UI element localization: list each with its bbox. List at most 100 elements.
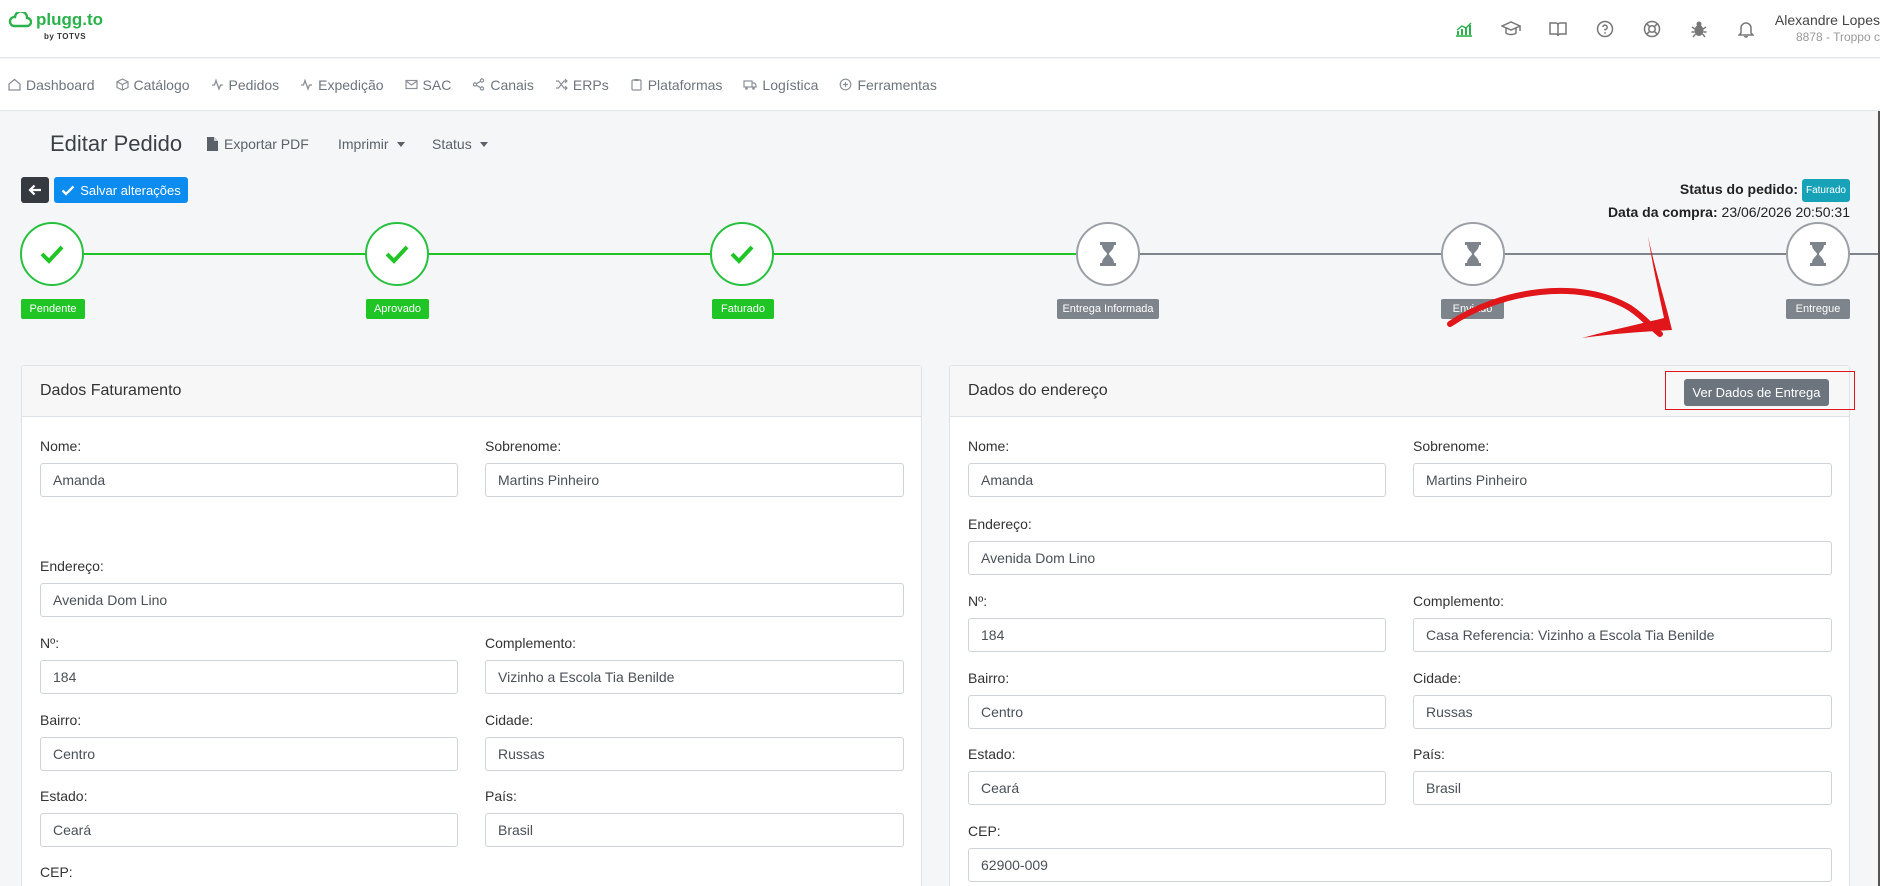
nav-pedidos[interactable]: Pedidos [211, 76, 280, 93]
chart-icon[interactable] [1440, 16, 1487, 42]
step-label-aprovado: Aprovado [366, 299, 429, 319]
address-sobrenome-label: Sobrenome: [1413, 438, 1490, 454]
billing-estado-input[interactable]: Ceará [40, 813, 458, 847]
step-label-faturado: Faturado [712, 299, 774, 319]
address-complemento-label: Complemento: [1413, 593, 1505, 609]
address-pais-input[interactable]: Brasil [1413, 771, 1832, 805]
billing-complemento-label: Complemento: [485, 635, 577, 651]
billing-nome-input[interactable]: Amanda [40, 463, 458, 497]
nav-erps-label: ERPs [572, 76, 609, 93]
graduation-cap-icon[interactable] [1487, 16, 1534, 42]
address-endereco-label: Endereço: [968, 516, 1032, 532]
hourglass-icon [1810, 242, 1826, 266]
nav-dashboard-label: Dashboard [26, 76, 95, 93]
nav-catalogo-label: Catálogo [133, 76, 190, 93]
main-nav: Dashboard Catálogo Pedidos Expedição SAC… [0, 59, 1880, 111]
nav-expedicao-label: Expedição [318, 76, 384, 93]
box-icon [115, 78, 129, 91]
brand-logo[interactable]: plugg.to by TOTVS [8, 10, 103, 41]
billing-bairro-label: Bairro: [40, 712, 82, 728]
nav-plataformas-label: Plataformas [647, 76, 723, 93]
address-estado-input[interactable]: Ceará [968, 771, 1386, 805]
status-dropdown[interactable]: Status [432, 136, 488, 152]
truck-icon [743, 80, 758, 90]
status-label: Status [432, 136, 472, 152]
save-changes-button[interactable]: Salvar alterações [54, 177, 188, 203]
export-pdf-button[interactable]: Exportar PDF [207, 136, 309, 152]
check-icon [385, 245, 409, 264]
nav-expedicao[interactable]: Expedição [300, 76, 384, 93]
hourglass-icon [1100, 242, 1116, 266]
billing-estado-label: Estado: [40, 788, 88, 804]
order-status-label: Status do pedido: [1679, 181, 1799, 197]
address-nome-input[interactable]: Amanda [968, 463, 1386, 497]
billing-sobrenome-input[interactable]: Martins Pinheiro [485, 463, 904, 497]
billing-complemento-input[interactable]: Vizinho a Escola Tia Benilde [485, 660, 904, 694]
annotation-arrow-head [1582, 236, 1672, 338]
check-icon [730, 245, 754, 264]
billing-sobrenome-label: Sobrenome: [485, 438, 562, 454]
check-icon [40, 245, 64, 264]
nav-catalogo[interactable]: Catálogo [115, 76, 190, 93]
support-icon[interactable] [1628, 16, 1675, 42]
share-icon [473, 78, 485, 91]
address-cep-input[interactable]: 62900-009 [968, 848, 1832, 882]
user-menu[interactable]: Alexandre Lopes 8878 - Troppo c [1770, 12, 1880, 44]
nav-ferramentas[interactable]: Ferramentas [839, 76, 937, 93]
nav-sac[interactable]: SAC [404, 76, 452, 93]
billing-pais-label: País: [485, 788, 517, 804]
nav-canais-label: Canais [490, 76, 534, 93]
bell-icon[interactable] [1722, 16, 1769, 42]
print-dropdown[interactable]: Imprimir [338, 136, 405, 152]
address-sobrenome-input[interactable]: Martins Pinheiro [1413, 463, 1832, 497]
billing-cidade-label: Cidade: [485, 712, 534, 728]
hourglass-icon [1465, 242, 1481, 266]
billing-endereco-input[interactable]: Avenida Dom Lino [40, 583, 904, 617]
address-complemento-input[interactable]: Casa Referencia: Vizinho a Escola Tia Be… [1413, 618, 1832, 652]
billing-bairro-input[interactable]: Centro [40, 737, 458, 771]
mail-icon [404, 79, 418, 90]
activity-icon [301, 78, 313, 91]
address-card: Dados do endereço Ver Dados de Entrega N… [949, 365, 1850, 886]
caret-down-icon [479, 141, 488, 147]
step-label-enviado: Enviado [1441, 299, 1504, 319]
nav-dashboard[interactable]: Dashboard [8, 77, 95, 93]
clipboard-icon [631, 79, 642, 91]
nav-canais[interactable]: Canais [472, 77, 534, 93]
book-icon[interactable] [1534, 16, 1581, 42]
nav-logistica-label: Logística [762, 76, 819, 93]
billing-nome-label: Nome: [40, 438, 82, 454]
purchase-date-label: Data da compra: [1607, 204, 1718, 220]
address-endereco-input[interactable]: Avenida Dom Lino [968, 541, 1832, 575]
help-icon[interactable] [1581, 16, 1628, 42]
arrow-left-icon [28, 184, 41, 196]
step-entrega-informada [1076, 222, 1140, 286]
address-cidade-input[interactable]: Russas [1413, 695, 1832, 729]
billing-numero-input[interactable]: 184 [40, 660, 458, 694]
export-pdf-label: Exportar PDF [224, 136, 309, 152]
bug-icon[interactable] [1675, 16, 1722, 42]
address-bairro-input[interactable]: Centro [968, 695, 1386, 729]
address-numero-input[interactable]: 184 [968, 618, 1386, 652]
nav-plataformas[interactable]: Plataformas [630, 76, 723, 93]
file-icon [207, 137, 218, 151]
billing-cidade-input[interactable]: Russas [485, 737, 904, 771]
back-button[interactable] [21, 177, 49, 203]
nav-sac-label: SAC [422, 76, 452, 93]
step-aprovado [365, 222, 429, 286]
step-label-pendente: Pendente [21, 299, 85, 319]
billing-pais-input[interactable]: Brasil [485, 813, 904, 847]
nav-ferramentas-label: Ferramentas [857, 76, 937, 93]
billing-cep-label: CEP: [40, 864, 73, 880]
top-icons [1440, 16, 1769, 42]
step-pendente [20, 222, 84, 286]
nav-pedidos-label: Pedidos [228, 76, 280, 93]
billing-card: Dados Faturamento Nome: Amanda Sobrenome… [21, 365, 922, 886]
check-icon [61, 185, 75, 196]
billing-endereco-label: Endereço: [40, 558, 104, 574]
save-changes-label: Salvar alterações [80, 182, 181, 198]
nav-logistica[interactable]: Logística [743, 77, 818, 93]
shuffle-icon [555, 78, 568, 91]
user-org: 8878 - Troppo c [1795, 30, 1880, 44]
nav-erps[interactable]: ERPs [555, 77, 609, 93]
